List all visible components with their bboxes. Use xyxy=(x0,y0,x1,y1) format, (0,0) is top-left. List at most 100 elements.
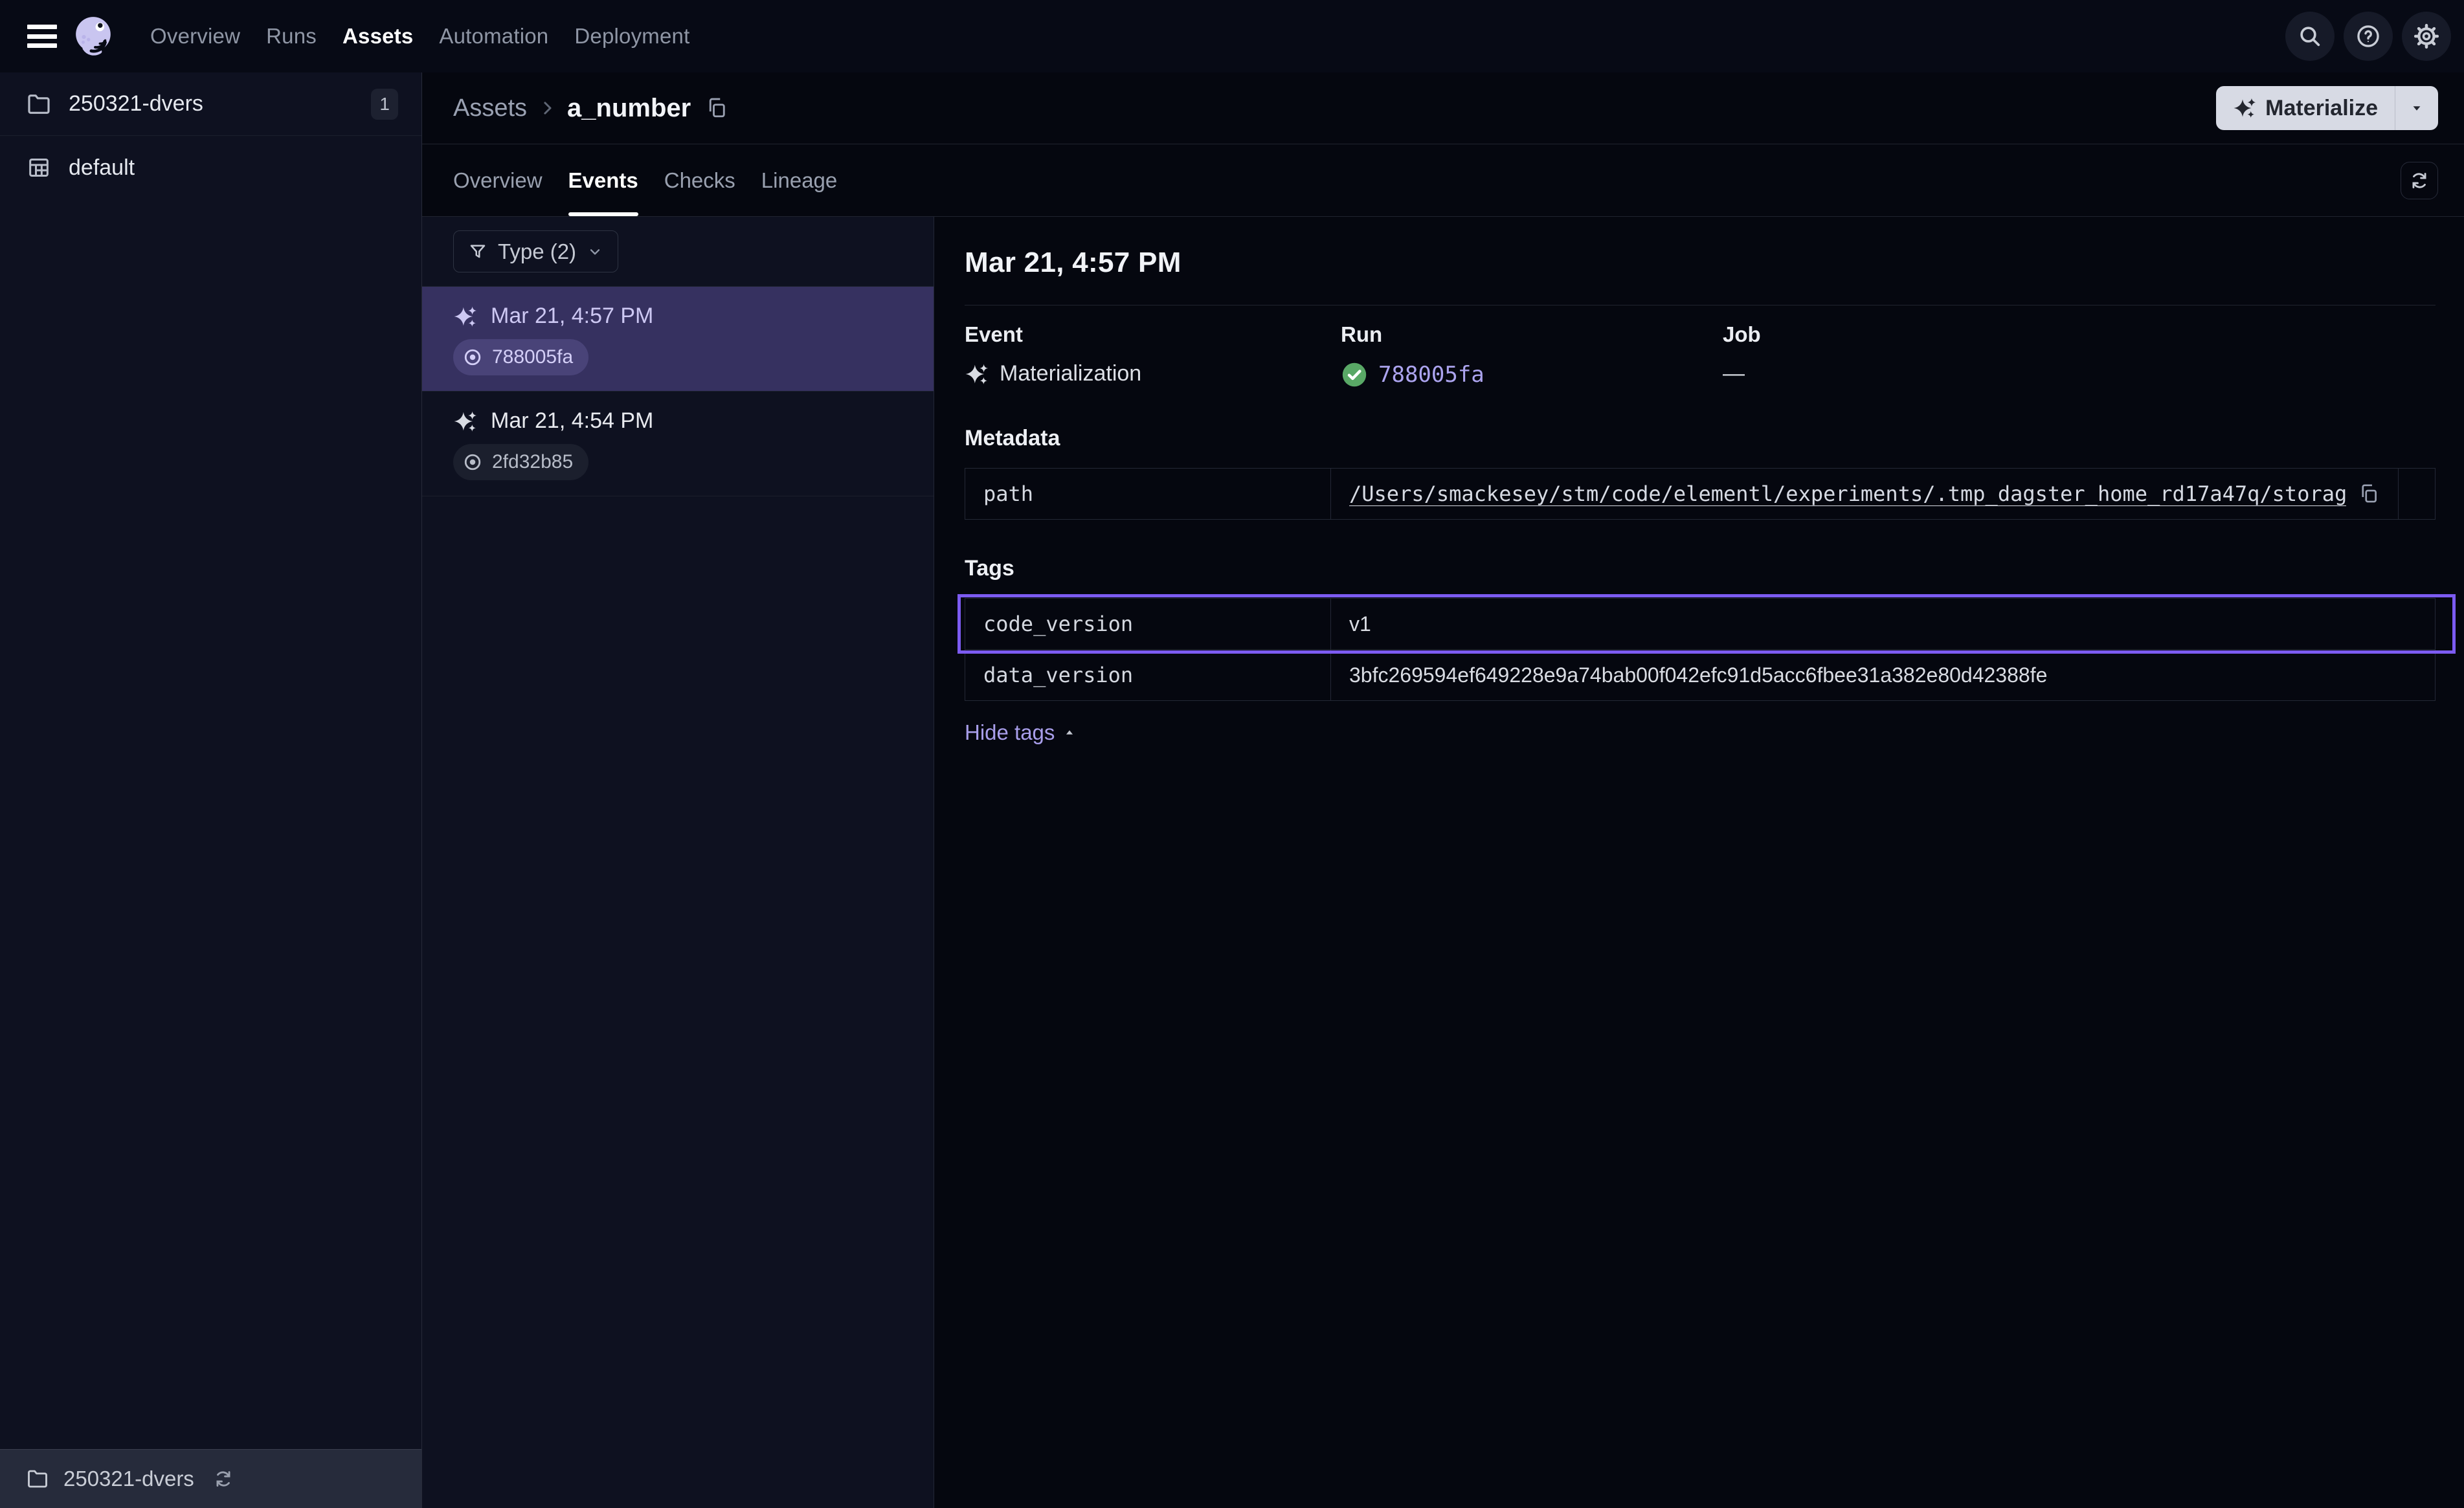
hamburger-menu-icon[interactable] xyxy=(27,25,57,48)
top-nav-bar: Overview Runs Assets Automation Deployme… xyxy=(0,0,2464,72)
events-content: Type (2) Mar 21, 4:57 PM xyxy=(422,217,2464,1508)
run-column: Run 788005fa xyxy=(1341,322,1723,388)
event-timestamp: Mar 21, 4:54 PM xyxy=(491,408,653,434)
tags-heading: Tags xyxy=(965,556,2436,581)
reload-location-icon[interactable] xyxy=(212,1468,234,1490)
materialize-button[interactable]: Materialize xyxy=(2216,86,2395,130)
tag-key: code_version xyxy=(965,599,1331,650)
asset-detail-workspace: Assets a_number Materialize xyxy=(422,72,2464,1508)
caret-down-icon xyxy=(2408,100,2425,116)
topbar-actions xyxy=(2285,12,2451,61)
caret-up-icon xyxy=(1062,726,1077,740)
page-title-asset-name: a_number xyxy=(567,94,691,123)
breadcrumb-assets-link[interactable]: Assets xyxy=(453,94,527,122)
refresh-icon xyxy=(2408,170,2430,192)
copy-path-button[interactable] xyxy=(2358,483,2380,505)
run-id-label: 788005fa xyxy=(492,346,573,368)
asset-tabs: Overview Events Checks Lineage xyxy=(422,144,2464,217)
materialize-label: Materialize xyxy=(2265,96,2378,121)
event-column-label: Event xyxy=(965,322,1341,347)
metadata-key: path xyxy=(965,469,1331,520)
nav-assets[interactable]: Assets xyxy=(342,24,413,49)
event-detail-title: Mar 21, 4:57 PM xyxy=(965,247,2436,279)
table-row: data_version 3bfc269594ef649228e9a74bab0… xyxy=(965,650,2436,701)
nav-automation[interactable]: Automation xyxy=(439,24,548,49)
code-location-icon xyxy=(26,155,52,181)
event-list-item-selected[interactable]: Mar 21, 4:57 PM 788005fa xyxy=(422,287,934,392)
type-filter-button[interactable]: Type (2) xyxy=(453,230,618,272)
event-list-item[interactable]: Mar 21, 4:54 PM 2fd32b85 xyxy=(422,392,934,496)
event-type-value: Materialization xyxy=(1000,361,1141,386)
sidebar-footer-code-location[interactable]: 250321-dvers xyxy=(0,1449,421,1508)
tags-section: Tags code_version v1 data_version 3bfc26… xyxy=(965,556,2436,745)
materialize-dropdown-button[interactable] xyxy=(2395,86,2438,130)
event-timestamp: Mar 21, 4:57 PM xyxy=(491,304,653,329)
search-icon xyxy=(2297,23,2323,49)
folder-icon xyxy=(26,1467,49,1491)
events-list-panel: Type (2) Mar 21, 4:57 PM xyxy=(422,217,934,1508)
page-header: Assets a_number Materialize xyxy=(422,72,2464,144)
sidebar-item-group[interactable]: 250321-dvers 1 xyxy=(0,72,421,136)
tab-lineage[interactable]: Lineage xyxy=(761,144,837,216)
sparkle-icon xyxy=(2233,96,2256,120)
dagster-logo[interactable] xyxy=(73,15,115,58)
octopus-logo-icon xyxy=(73,15,115,58)
nav-runs[interactable]: Runs xyxy=(266,24,317,49)
run-target-icon xyxy=(462,346,484,368)
path-value-link[interactable]: /Users/smackesey/stm/code/elementl/exper… xyxy=(1349,482,2346,506)
materialize-split-button: Materialize xyxy=(2216,86,2438,130)
filter-funnel-icon xyxy=(468,242,487,261)
copy-icon xyxy=(705,96,728,120)
sidebar-group-label: 250321-dvers xyxy=(69,91,203,116)
asset-groups-sidebar: 250321-dvers 1 default 250321-dvers xyxy=(0,72,422,1508)
nav-overview[interactable]: Overview xyxy=(150,24,240,49)
sidebar-item-code-location[interactable]: default xyxy=(0,136,421,199)
chevron-down-icon xyxy=(587,243,603,260)
metadata-table: path /Users/smackesey/stm/code/elementl/… xyxy=(965,468,2436,520)
materialization-sparkle-icon xyxy=(965,362,989,386)
tag-key: data_version xyxy=(965,650,1331,701)
metadata-heading: Metadata xyxy=(965,426,2436,451)
run-id-pill[interactable]: 788005fa xyxy=(453,339,588,375)
filter-row: Type (2) xyxy=(422,217,934,287)
tab-checks[interactable]: Checks xyxy=(664,144,735,216)
code-location-label: default xyxy=(69,155,135,181)
job-empty-value: — xyxy=(1723,361,1745,386)
tab-events[interactable]: Events xyxy=(568,144,638,216)
empty-cell xyxy=(2399,469,2436,520)
materialization-sparkle-icon xyxy=(453,409,478,434)
chevron-right-icon xyxy=(537,98,557,118)
type-filter-label: Type (2) xyxy=(498,239,576,264)
nav-deployment[interactable]: Deployment xyxy=(574,24,689,49)
event-summary-columns: Event Materialization Run xyxy=(965,322,2436,388)
tag-value: v1 xyxy=(1331,599,2436,650)
run-id-link[interactable]: 788005fa xyxy=(1378,362,1484,388)
copy-asset-name-button[interactable] xyxy=(705,96,728,120)
job-column: Job — xyxy=(1723,322,2099,388)
top-nav-menu: Overview Runs Assets Automation Deployme… xyxy=(150,24,689,49)
footer-location-label: 250321-dvers xyxy=(63,1467,194,1491)
search-button[interactable] xyxy=(2285,12,2335,61)
help-icon xyxy=(2355,23,2382,50)
group-count-badge: 1 xyxy=(371,89,398,120)
run-target-icon xyxy=(462,451,484,473)
copy-icon xyxy=(2358,483,2380,505)
tab-overview[interactable]: Overview xyxy=(453,144,543,216)
event-detail-panel: Mar 21, 4:57 PM Event Materializatio xyxy=(934,217,2464,1508)
tag-value: 3bfc269594ef649228e9a74bab00f042efc91d5a… xyxy=(1331,650,2436,701)
refresh-button[interactable] xyxy=(2401,162,2438,199)
table-row: path /Users/smackesey/stm/code/elementl/… xyxy=(965,469,2436,520)
hide-tags-link[interactable]: Hide tags xyxy=(965,720,1077,745)
tags-table: code_version v1 data_version 3bfc269594e… xyxy=(965,598,2436,701)
help-button[interactable] xyxy=(2344,12,2393,61)
run-id-pill[interactable]: 2fd32b85 xyxy=(453,444,588,480)
materialization-sparkle-icon xyxy=(453,304,478,329)
run-id-label: 2fd32b85 xyxy=(492,451,573,473)
job-column-label: Job xyxy=(1723,322,2099,347)
settings-button[interactable] xyxy=(2402,12,2451,61)
table-row: code_version v1 xyxy=(965,599,2436,650)
folder-icon xyxy=(26,91,52,117)
run-column-label: Run xyxy=(1341,322,1723,347)
gear-icon xyxy=(2413,23,2440,50)
run-success-check-icon xyxy=(1341,361,1368,388)
